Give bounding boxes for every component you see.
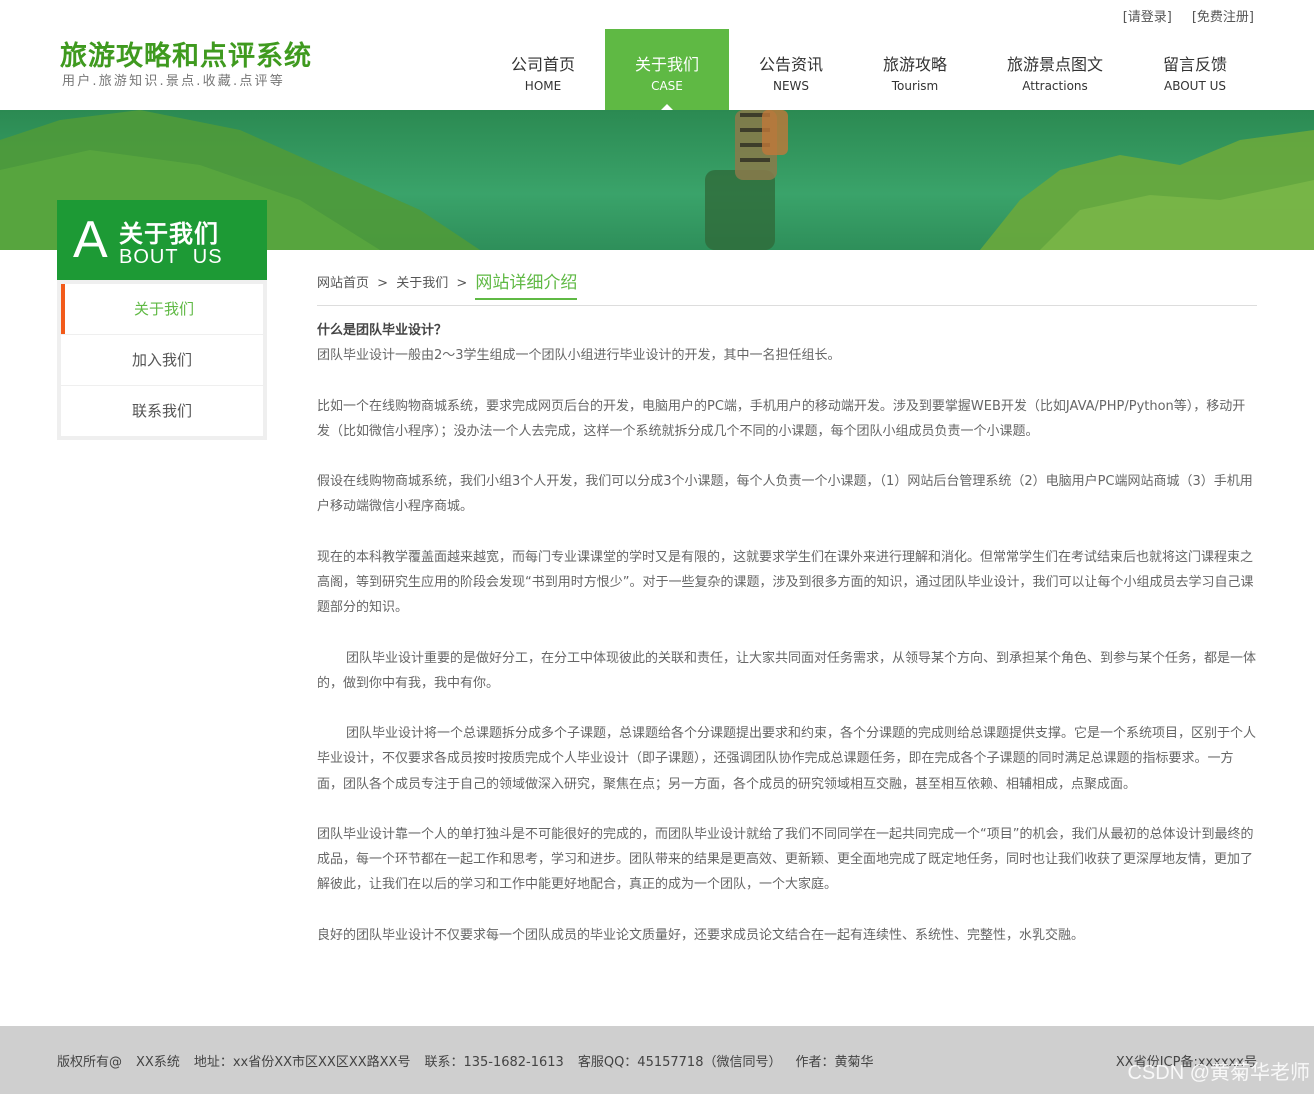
article-paragraph: 良好的团队毕业设计不仅要求每一个团队成员的毕业论文质量好，还要求成员论文结合在一…	[317, 927, 1085, 943]
nav-label-en: Attractions	[1022, 79, 1088, 93]
nav-item-home[interactable]: 公司首页 HOME	[481, 29, 605, 110]
nav-label: 公告资讯	[758, 55, 823, 74]
article-paragraph: 团队毕业设计靠一个人的单打独斗是不可能很好的完成的，而团队毕业设计就给了我们不同…	[317, 826, 1254, 893]
nav-item-tourism[interactable]: 旅游攻略 Tourism	[853, 29, 977, 110]
footer-copyright: 版权所有@	[57, 1055, 123, 1070]
site-header: 旅游攻略和点评系统 用户.旅游知识.景点.收藏.点评等 [请登录] [免费注册]…	[0, 0, 1314, 110]
article-paragraph: 现在的本科教学覆盖面越来越宽，而每门专业课课堂的学时又是有限的，这就要求学生们在…	[317, 549, 1254, 616]
nav-item-about[interactable]: 关于我们 CASE	[605, 29, 729, 110]
article-content: 什么是团队毕业设计？ 团队毕业设计一般由2～3学生组成一个团队小组进行毕业设计的…	[317, 318, 1257, 973]
nav-label-en: ABOUT US	[1163, 79, 1226, 93]
breadcrumb-separator: >	[456, 276, 468, 291]
nav-label-en: HOME	[524, 79, 562, 93]
footer-author: 作者：黄菊华	[795, 1055, 874, 1070]
side-item-join[interactable]: 加入我们	[61, 335, 263, 385]
side-header-title: 关于我们	[119, 220, 219, 248]
nav-item-feedback[interactable]: 留言反馈 ABOUT US	[1133, 29, 1257, 110]
article-paragraph: 团队毕业设计重要的是做好分工，在分工中体现彼此的关联和责任，让大家共同面对任务需…	[317, 650, 1257, 691]
breadcrumb-current: 网站详细介绍	[475, 268, 578, 300]
nav-item-attractions[interactable]: 旅游景点图文 Attractions	[977, 29, 1133, 110]
top-links: [请登录] [免费注册]	[1123, 6, 1254, 25]
nav-label-en: Tourism	[891, 79, 939, 93]
breadcrumb: 网站首页 > 关于我们 > 网站详细介绍	[317, 268, 1257, 306]
nav-label: 关于我们	[634, 55, 699, 74]
article-question: 什么是团队毕业设计？	[317, 323, 448, 338]
article-paragraph: 团队毕业设计一般由2～3学生组成一个团队小组进行毕业设计的开发，其中一名担任组长…	[317, 348, 841, 364]
footer-address: 地址：xx省份XX市区XX区XX路XX号	[193, 1055, 411, 1070]
side-item-about[interactable]: 关于我们	[61, 284, 263, 334]
site-title[interactable]: 旅游攻略和点评系统	[60, 34, 312, 73]
breadcrumb-home[interactable]: 网站首页	[317, 272, 369, 300]
side-menu: 关于我们 加入我们 联系我们	[57, 280, 267, 440]
site-footer: 版权所有@ XX系统 地址：xx省份XX市区XX区XX路XX号 联系：135-1…	[0, 1026, 1314, 1094]
footer-info: 版权所有@ XX系统 地址：xx省份XX市区XX区XX路XX号 联系：135-1…	[57, 1051, 874, 1070]
nav-item-news[interactable]: 公告资讯 NEWS	[729, 29, 853, 110]
register-link[interactable]: [免费注册]	[1192, 6, 1254, 25]
side-section-header: A 关于我们 BOUT US	[57, 200, 267, 280]
article-paragraph: 团队毕业设计将一个总课题拆分成多个子课题，总课题给各个分课题提出要求和约束，各个…	[317, 726, 1257, 792]
side-header-letter: A	[73, 211, 108, 269]
login-link[interactable]: [请登录]	[1123, 6, 1172, 25]
nav-label-en: CASE	[651, 79, 683, 93]
article-paragraph: 比如一个在线购物商城系统，要求完成网页后台的开发，电脑用户的PC端，手机用户的移…	[317, 398, 1246, 439]
breadcrumb-separator: >	[377, 276, 389, 291]
side-header-subtitle: BOUT US	[119, 246, 223, 268]
nav-label-en: NEWS	[772, 79, 810, 93]
footer-company: XX系统	[136, 1055, 180, 1070]
footer-qq: 客服QQ：45157718（微信同号）	[577, 1055, 782, 1070]
nav-label: 旅游攻略	[882, 55, 947, 74]
nav-label: 留言反馈	[1162, 55, 1227, 74]
footer-phone: 联系：135-1682-1613	[424, 1055, 564, 1070]
nav-label: 旅游景点图文	[1006, 55, 1103, 74]
article-paragraph: 假设在线购物商城系统，我们小组3个人开发，我们可以分成3个小课题，每个人负责一个…	[317, 474, 1253, 515]
watermark-text: CSDN @黄菊华老师	[1127, 1062, 1310, 1084]
site-subtitle: 用户.旅游知识.景点.收藏.点评等	[62, 74, 285, 89]
side-item-contact[interactable]: 联系我们	[61, 386, 263, 436]
nav-label: 公司首页	[510, 55, 575, 74]
main-nav: 公司首页 HOME 关于我们 CASE 公告资讯 NEWS 旅游攻略 Touri…	[481, 29, 1257, 110]
breadcrumb-section[interactable]: 关于我们	[396, 272, 448, 300]
